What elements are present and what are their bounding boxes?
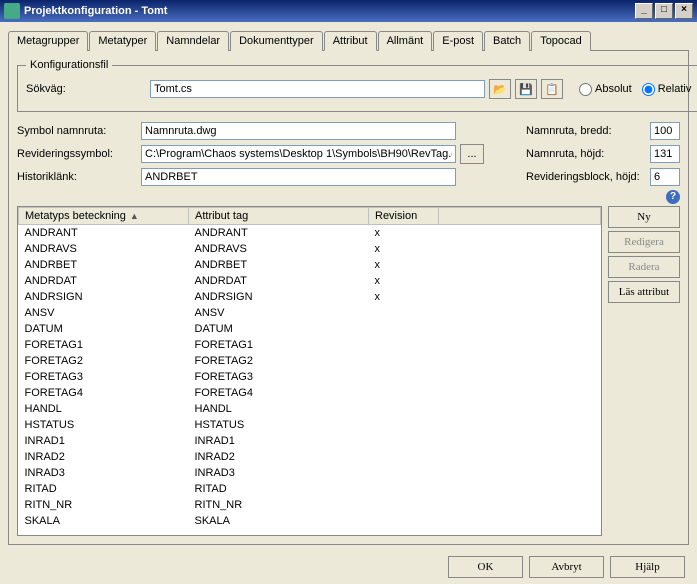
copy-icon[interactable]: 📋 xyxy=(541,79,563,99)
table-row[interactable]: ANDRDATANDRDATx xyxy=(19,273,601,289)
radera-button[interactable]: Radera xyxy=(608,256,680,278)
table-row[interactable]: ANDRAVSANDRAVSx xyxy=(19,241,601,257)
redigera-button[interactable]: Redigera xyxy=(608,231,680,253)
namnruta-hojd-label: Namnruta, höjd: xyxy=(526,148,646,160)
tab-panel-attribut: Konfigurationsfil Sökväg: 📂 💾 📋 Absolut … xyxy=(8,51,689,545)
hjalp-button[interactable]: Hjälp xyxy=(610,556,685,578)
historiklank-input[interactable] xyxy=(141,168,456,186)
table-row[interactable]: ANDRSIGNANDRSIGNx xyxy=(19,289,601,305)
tab-topocad[interactable]: Topocad xyxy=(531,31,591,51)
historiklank-label: Historiklänk: xyxy=(17,171,137,183)
namnruta-bredd-label: Namnruta, bredd: xyxy=(526,125,646,137)
revblock-hojd-label: Revideringsblock, höjd: xyxy=(526,171,646,183)
avbryt-button[interactable]: Avbryt xyxy=(529,556,604,578)
tab-dokumenttyper[interactable]: Dokumenttyper xyxy=(230,31,323,51)
tab-strip: MetagrupperMetatyperNamndelarDokumenttyp… xyxy=(8,30,689,51)
col-revision[interactable]: Revision xyxy=(369,208,439,225)
save-icon[interactable]: 💾 xyxy=(515,79,537,99)
close-button[interactable]: × xyxy=(675,3,693,19)
symbol-namnruta-input[interactable] xyxy=(141,122,456,140)
tab-batch[interactable]: Batch xyxy=(484,31,530,51)
ny-button[interactable]: Ny xyxy=(608,206,680,228)
table-row[interactable]: HANDLHANDL xyxy=(19,401,601,417)
tab-allmänt[interactable]: Allmänt xyxy=(378,31,433,51)
table-row[interactable]: FORETAG2FORETAG2 xyxy=(19,353,601,369)
minimize-button[interactable]: _ xyxy=(635,3,653,19)
table-row[interactable]: DATUMDATUM xyxy=(19,321,601,337)
app-icon xyxy=(4,3,20,19)
col-spacer xyxy=(439,208,601,225)
symbol-namnruta-label: Symbol namnruta: xyxy=(17,125,137,137)
table-row[interactable]: ANDRANTANDRANTx xyxy=(19,225,601,241)
tab-metagrupper[interactable]: Metagrupper xyxy=(8,31,88,51)
radio-relativ[interactable]: Relativ xyxy=(642,83,692,96)
config-fieldset: Konfigurationsfil Sökväg: 📂 💾 📋 Absolut … xyxy=(17,59,697,112)
open-icon[interactable]: 📂 xyxy=(489,79,511,99)
help-icon[interactable]: ? xyxy=(666,190,680,204)
namnruta-hojd-input[interactable] xyxy=(650,145,680,163)
radio-absolut[interactable]: Absolut xyxy=(579,83,632,96)
sokvag-input[interactable] xyxy=(150,80,485,98)
tab-namndelar[interactable]: Namndelar xyxy=(157,31,229,51)
table-row[interactable]: RITADRITAD xyxy=(19,481,601,497)
table-row[interactable]: INRAD1INRAD1 xyxy=(19,433,601,449)
table-row[interactable]: ANSVANSV xyxy=(19,305,601,321)
table-row[interactable]: FORETAG1FORETAG1 xyxy=(19,337,601,353)
browse-button[interactable]: ... xyxy=(460,144,484,164)
tab-attribut[interactable]: Attribut xyxy=(324,31,377,51)
table-row[interactable]: FORETAG4FORETAG4 xyxy=(19,385,601,401)
tab-e-post[interactable]: E-post xyxy=(433,31,483,51)
revblock-hojd-input[interactable] xyxy=(650,168,680,186)
table-row[interactable]: SKALASKALA xyxy=(19,513,601,529)
config-legend: Konfigurationsfil xyxy=(26,59,112,71)
table-row[interactable]: INRAD2INRAD2 xyxy=(19,449,601,465)
titlebar: Projektkonfiguration - Tomt _ □ × xyxy=(0,0,697,22)
tab-metatyper[interactable]: Metatyper xyxy=(89,31,156,51)
table-row[interactable]: ANDRBETANDRBETx xyxy=(19,257,601,273)
table-row[interactable]: INRAD3INRAD3 xyxy=(19,465,601,481)
attribute-grid[interactable]: Metatyps beteckning▲ Attribut tag Revisi… xyxy=(17,206,602,536)
col-attribut-tag[interactable]: Attribut tag xyxy=(189,208,369,225)
table-row[interactable]: RITN_NRRITN_NR xyxy=(19,497,601,513)
namnruta-bredd-input[interactable] xyxy=(650,122,680,140)
sokvag-label: Sökväg: xyxy=(26,83,146,95)
col-metatyps[interactable]: Metatyps beteckning▲ xyxy=(19,208,189,225)
table-row[interactable]: FORETAG3FORETAG3 xyxy=(19,369,601,385)
radio-relativ-input[interactable] xyxy=(642,83,655,96)
radio-absolut-input[interactable] xyxy=(579,83,592,96)
rev-symbol-input[interactable] xyxy=(141,145,456,163)
rev-symbol-label: Revideringssymbol: xyxy=(17,148,137,160)
window-title: Projektkonfiguration - Tomt xyxy=(24,5,635,17)
ok-button[interactable]: OK xyxy=(448,556,523,578)
maximize-button[interactable]: □ xyxy=(655,3,673,19)
las-attribut-button[interactable]: Läs attribut xyxy=(608,281,680,303)
table-row[interactable]: HSTATUSHSTATUS xyxy=(19,417,601,433)
